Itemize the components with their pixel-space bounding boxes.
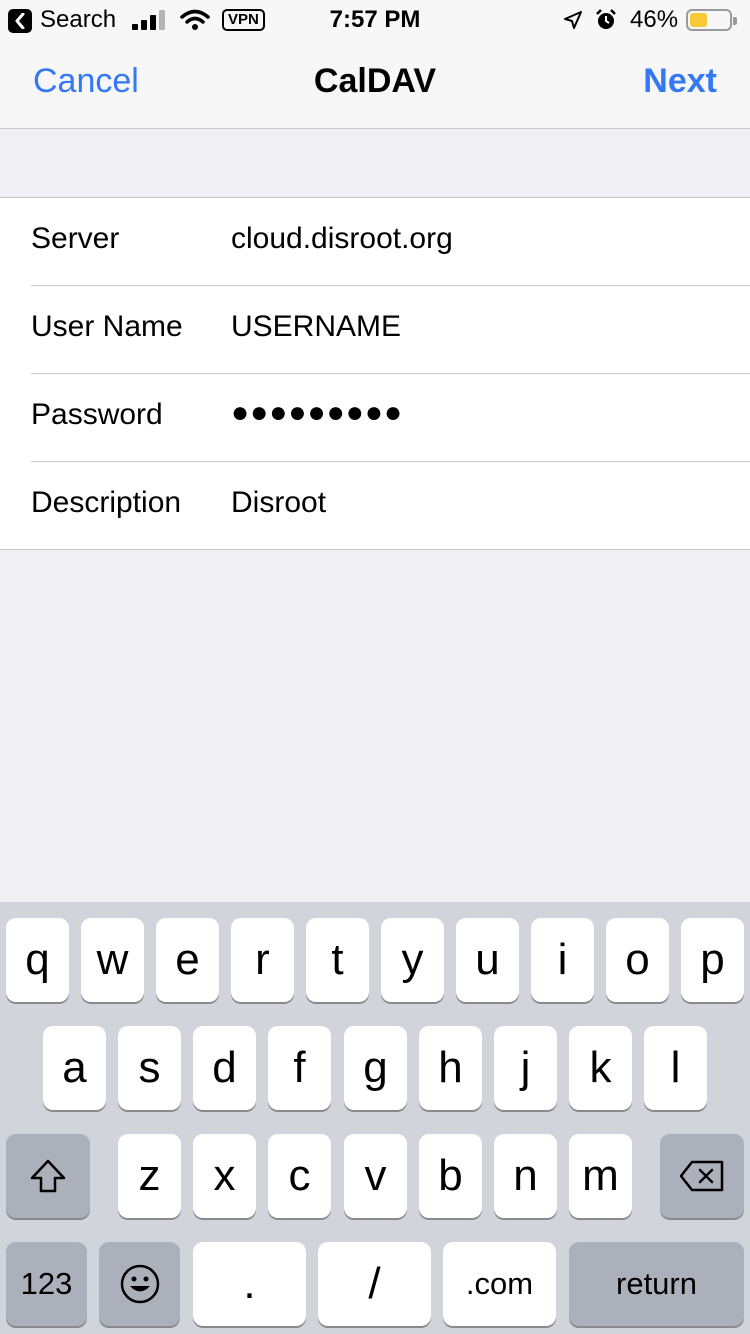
key-q[interactable]: q [6,918,69,1002]
key-m[interactable]: m [569,1134,632,1218]
server-row[interactable]: Server cloud.disroot.org [0,198,750,286]
key-k[interactable]: k [569,1026,632,1110]
server-field[interactable]: cloud.disroot.org [231,222,453,256]
description-field[interactable]: Disroot [231,486,326,520]
key-y[interactable]: y [381,918,444,1002]
key-o[interactable]: o [606,918,669,1002]
username-field[interactable]: USERNAME [231,310,401,344]
key-v[interactable]: v [344,1134,407,1218]
key-z[interactable]: z [118,1134,181,1218]
key-c[interactable]: c [268,1134,331,1218]
battery-icon [686,0,737,40]
password-label: Password [31,398,163,431]
key-w[interactable]: w [81,918,144,1002]
username-row[interactable]: User Name USERNAME [0,286,750,374]
cancel-button[interactable]: Cancel [33,62,139,101]
key-p[interactable]: p [681,918,744,1002]
navigation-bar: CalDAV Cancel Next [0,40,750,129]
key-t[interactable]: t [306,918,369,1002]
account-form: Server cloud.disroot.org User Name USERN… [0,197,750,550]
key-b[interactable]: b [419,1134,482,1218]
key-s[interactable]: s [118,1026,181,1110]
shift-key[interactable] [6,1134,90,1218]
next-button[interactable]: Next [643,62,717,101]
key-g[interactable]: g [344,1026,407,1110]
key-d[interactable]: d [193,1026,256,1110]
status-bar: Search VPN 7:57 PM 46% [0,0,750,40]
key-r[interactable]: r [231,918,294,1002]
key-n[interactable]: n [494,1134,557,1218]
return-key[interactable]: return [569,1242,744,1326]
on-screen-keyboard: q w e r t y u i o p a s d f g h j k l z … [0,902,750,1334]
key-u[interactable]: u [456,918,519,1002]
alarm-clock-icon [594,0,618,40]
description-label: Description [31,486,182,519]
battery-percentage: 46% [630,6,679,33]
key-e[interactable]: e [156,918,219,1002]
delete-key[interactable] [660,1134,744,1218]
key-j[interactable]: j [494,1026,557,1110]
shift-arrow-icon [30,1159,66,1193]
username-label: User Name [31,310,183,343]
backspace-icon [679,1160,724,1192]
key-l[interactable]: l [644,1026,707,1110]
emoji-smiley-icon [120,1264,159,1304]
password-row[interactable]: Password ●●●●●●●●● [0,374,750,462]
description-row[interactable]: Description Disroot [0,462,750,550]
key-x[interactable]: x [193,1134,256,1218]
key-i[interactable]: i [531,918,594,1002]
server-label: Server [31,222,120,255]
period-key[interactable]: . [193,1242,306,1326]
slash-key[interactable]: / [318,1242,431,1326]
key-a[interactable]: a [43,1026,106,1110]
password-field[interactable]: ●●●●●●●●● [231,396,403,430]
location-arrow-icon [563,0,583,40]
numbers-key[interactable]: 123 [6,1242,87,1326]
key-h[interactable]: h [419,1026,482,1110]
emoji-key[interactable] [99,1242,180,1326]
dotcom-key[interactable]: .com [443,1242,556,1326]
key-f[interactable]: f [268,1026,331,1110]
